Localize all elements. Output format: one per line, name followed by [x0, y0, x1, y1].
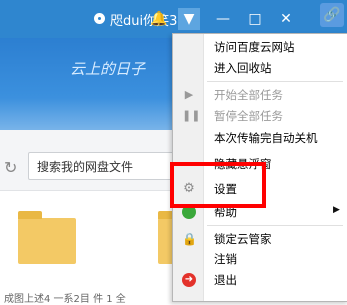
avatar[interactable]	[94, 13, 105, 24]
menu-item-lock[interactable]: 🔒 锁定云管家	[173, 230, 347, 248]
menu-item-label: 访问百度云网站	[214, 40, 295, 54]
exit-icon: ➜	[182, 273, 196, 287]
menu-item-auto-shutdown[interactable]: 本次传输完自动关机	[173, 129, 347, 147]
menu-item-exit[interactable]: ➜ 退出	[173, 271, 347, 289]
search-placeholder: 搜索我的网盘文件	[37, 160, 134, 174]
pause-icon: ❚❚	[182, 109, 201, 122]
play-icon: ▶	[184, 88, 194, 101]
banner-text: 云上的日子	[70, 60, 146, 78]
menu-item-label: 开始全部任务	[214, 88, 283, 102]
lock-icon: 🔒	[182, 232, 197, 246]
share-icon[interactable]: 🔗	[320, 3, 344, 27]
menu-separator	[207, 81, 343, 82]
menu-item-label: 注销	[214, 252, 237, 266]
bell-icon[interactable]: 🔔	[148, 8, 170, 30]
menu-separator	[207, 225, 343, 226]
submenu-arrow-icon: ▶	[333, 205, 340, 215]
menu-item-visit-website[interactable]: 访问百度云网站	[173, 38, 347, 56]
menu-item-recycle-bin[interactable]: 进入回收站	[173, 59, 347, 77]
refresh-icon[interactable]: ↻	[4, 158, 17, 177]
menu-item-label: 进入回收站	[214, 61, 272, 75]
file-info-text: 成图上述4 一系2目 件 1 全	[4, 294, 126, 305]
folder-icon[interactable]	[18, 211, 76, 264]
menu-item-label: 退出	[214, 273, 237, 287]
minimize-icon[interactable]: —	[212, 8, 234, 30]
menu-caret-icon[interactable]: ▼	[178, 8, 200, 30]
menu-item-label: 暂停全部任务	[214, 109, 283, 123]
menu-item-pause-all[interactable]: ❚❚ 暂停全部任务	[173, 107, 347, 125]
highlight-annotation-box	[170, 162, 266, 208]
menu-item-label: 锁定云管家	[214, 232, 272, 246]
maximize-icon[interactable]: □	[244, 8, 266, 30]
menu-item-label: 本次传输完自动关机	[214, 131, 318, 145]
menu-item-start-all[interactable]: ▶ 开始全部任务	[173, 86, 347, 104]
menu-item-logout[interactable]: 注销	[173, 250, 347, 268]
close-icon[interactable]: ✕	[275, 8, 297, 30]
